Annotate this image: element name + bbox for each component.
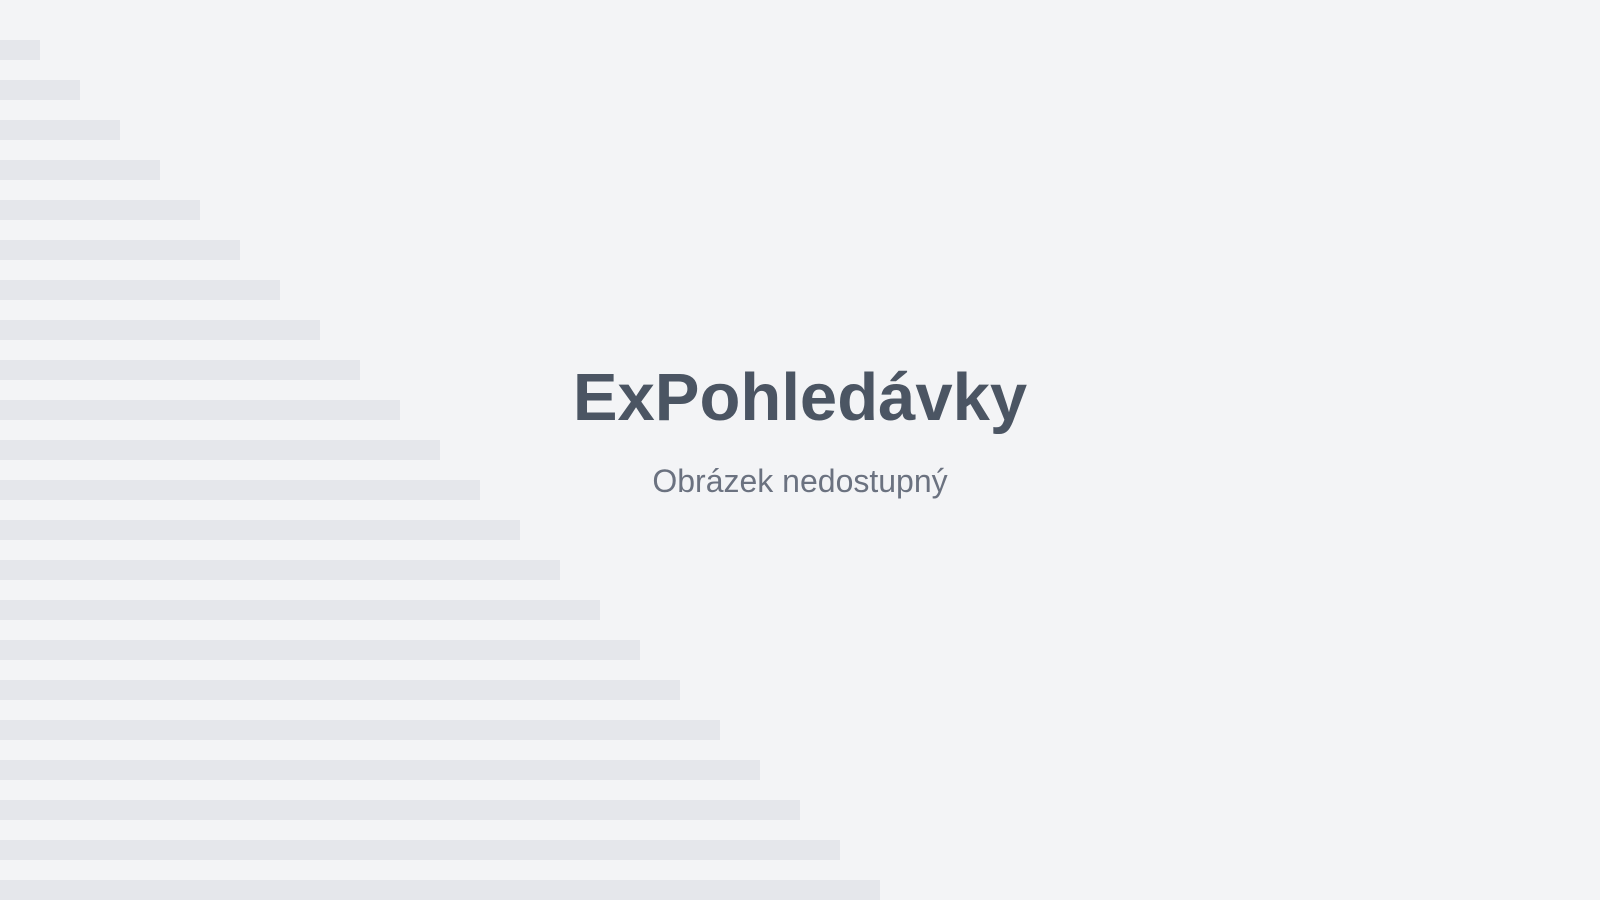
placeholder-content: ExPohledávky Obrázek nedostupný (0, 0, 1600, 900)
placeholder-title: ExPohledávky (572, 359, 1028, 435)
image-placeholder: ExPohledávky Obrázek nedostupný (0, 0, 1600, 900)
placeholder-subtitle: Obrázek nedostupný (652, 462, 948, 499)
